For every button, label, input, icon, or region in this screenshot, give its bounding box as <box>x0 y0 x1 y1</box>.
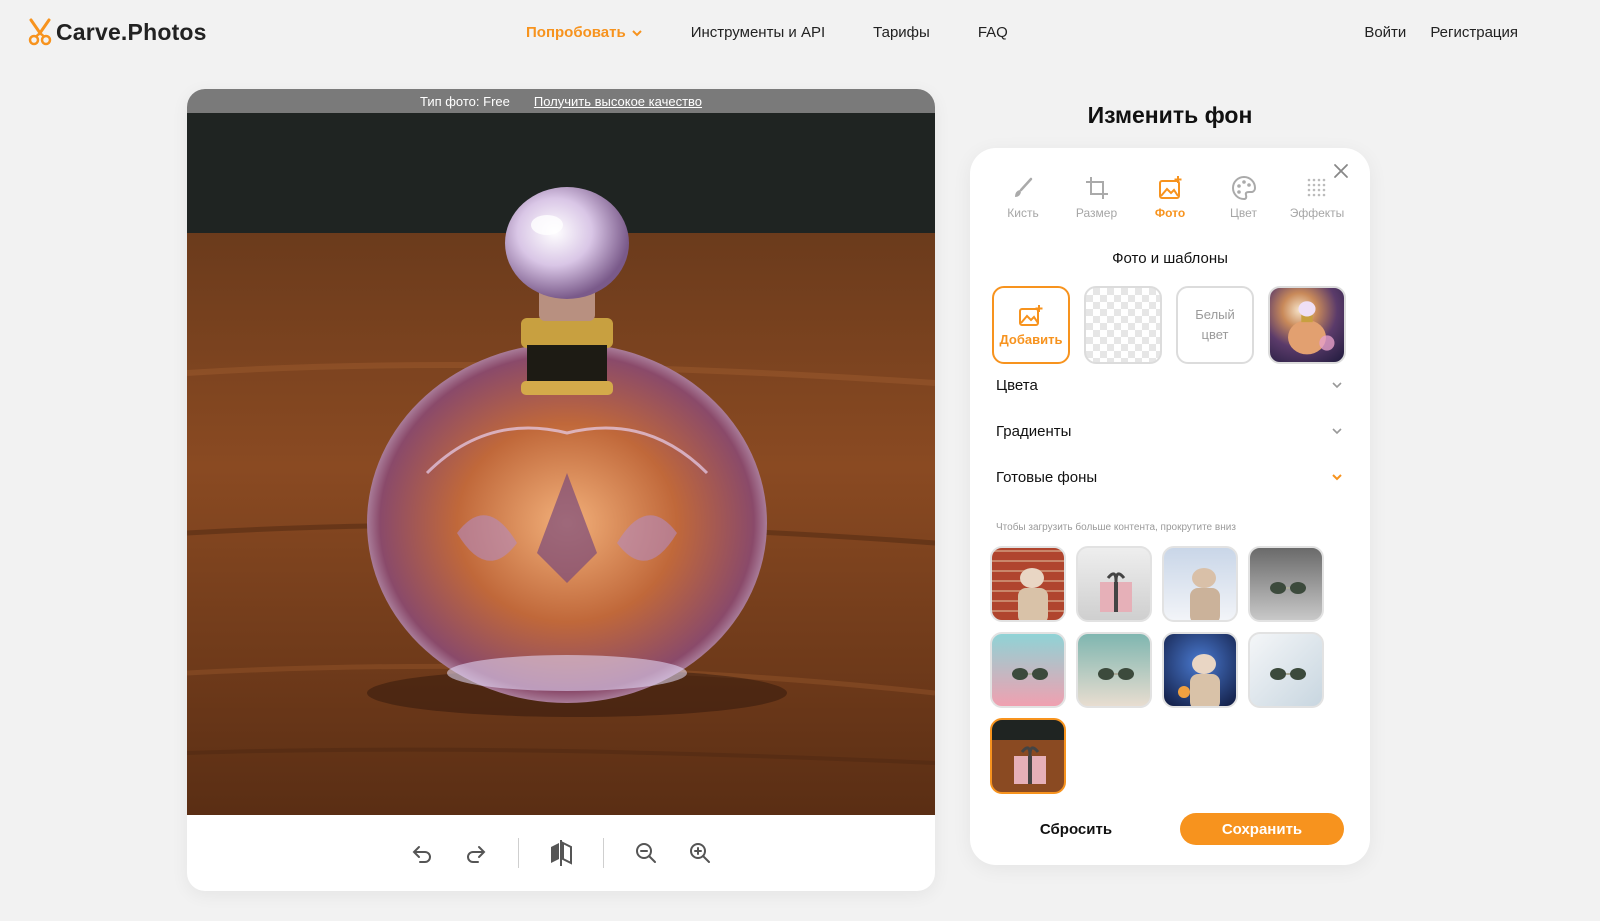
bg-thumbnail[interactable] <box>1162 546 1238 622</box>
auth-links: Войти Регистрация <box>1364 24 1518 41</box>
tab-brush-label: Кисть <box>1007 206 1039 220</box>
gift-box-figure <box>1014 746 1046 784</box>
redo-icon <box>467 846 486 863</box>
gradients-accordion-label: Градиенты <box>996 422 1072 440</box>
tab-photo[interactable]: Фото <box>1135 174 1205 220</box>
logo[interactable]: Carve.Photos <box>28 18 207 46</box>
login-link[interactable]: Войти <box>1364 24 1406 41</box>
undo-button[interactable] <box>404 835 440 871</box>
crop-icon <box>1085 177 1108 199</box>
toolbar-divider <box>603 838 604 868</box>
bg-thumbnail[interactable] <box>1076 546 1152 622</box>
undo-icon <box>412 846 431 863</box>
bg-thumbnail[interactable] <box>1076 632 1152 708</box>
bg-thumbnail-selected[interactable] <box>990 718 1066 794</box>
white-bg-option[interactable]: Белый цвет <box>1176 286 1254 364</box>
original-photo-thumbnail[interactable] <box>1268 286 1346 364</box>
ready-backgrounds-label: Готовые фоны <box>996 468 1098 486</box>
sunglasses-figure <box>1270 582 1306 594</box>
gradients-accordion[interactable]: Градиенты <box>996 408 1344 454</box>
gift-box-figure <box>1100 572 1132 612</box>
toolbar-divider <box>518 838 519 868</box>
bg-thumbnail[interactable] <box>990 546 1066 622</box>
image-canvas[interactable] <box>187 113 935 815</box>
scissors-logo-icon <box>28 18 52 46</box>
perfume-thumb-image <box>1288 301 1335 355</box>
reset-button[interactable]: Сбросить <box>1016 813 1136 845</box>
zoom-in-button[interactable] <box>682 835 718 871</box>
add-photo-button[interactable]: Добавить <box>992 286 1070 364</box>
bg-thumbnail[interactable] <box>990 632 1066 708</box>
tab-color[interactable]: Цвет <box>1209 174 1279 220</box>
save-button[interactable]: Сохранить <box>1180 813 1344 845</box>
scroll-hint: Чтобы загрузить больше контента, прокрут… <box>996 522 1236 533</box>
photo-type-label: Тип фото: Free <box>419 93 510 109</box>
photo-info-bar: Тип фото: Free Получить высокое качество <box>187 89 935 113</box>
tab-photo-label: Фото <box>1154 206 1186 220</box>
chevron-down-icon <box>1332 474 1342 481</box>
transparent-bg-option[interactable] <box>1084 286 1162 364</box>
palette-icon <box>1231 175 1256 201</box>
template-row: Добавить Белый цвет <box>992 286 1346 364</box>
edited-photo <box>187 113 935 815</box>
ready-backgrounds-accordion[interactable]: Готовые фоны <box>996 454 1344 500</box>
bg-thumbnail[interactable] <box>1248 632 1324 708</box>
sunglasses-figure <box>1012 668 1048 680</box>
compare-icon <box>551 840 572 866</box>
register-link[interactable]: Регистрация <box>1430 24 1518 41</box>
tab-effects[interactable]: Эффекты <box>1282 174 1352 220</box>
section-title: Фото и шаблоны <box>1112 250 1228 267</box>
brush-icon <box>1015 177 1033 197</box>
add-photo-label: Добавить <box>999 331 1063 347</box>
header: Carve.Photos Попробовать Инструменты и A… <box>0 0 1600 68</box>
white-bg-label-line2: цвет <box>1201 327 1229 342</box>
compare-button[interactable] <box>543 835 579 871</box>
zoom-in-icon <box>690 843 710 863</box>
nav-tools-api[interactable]: Инструменты и API <box>691 24 825 41</box>
backgrounds-grid <box>990 546 1324 794</box>
bg-thumbnail[interactable] <box>1248 546 1324 622</box>
nav-try[interactable]: Попробовать <box>526 24 643 41</box>
tool-tabs: Кисть Размер Фото Цвет Эффекты <box>988 174 1352 220</box>
editor-toolbar <box>187 815 935 891</box>
tab-effects-label: Эффекты <box>1289 206 1345 220</box>
get-hq-link[interactable]: Получить высокое качество <box>534 94 702 109</box>
tab-size[interactable]: Размер <box>1062 174 1132 220</box>
zoom-out-icon <box>636 843 656 863</box>
tab-size-label: Размер <box>1075 206 1118 220</box>
tab-color-label: Цвет <box>1230 206 1257 220</box>
person-figure <box>1190 568 1220 620</box>
logo-text: Carve.Photos <box>56 18 207 45</box>
sunglasses-figure <box>1270 668 1306 680</box>
zoom-out-button[interactable] <box>628 835 664 871</box>
sunglasses-figure <box>1098 668 1134 680</box>
chevron-down-icon <box>1332 382 1342 389</box>
bg-thumbnail[interactable] <box>1162 632 1238 708</box>
person-figure <box>1018 568 1048 620</box>
add-image-icon <box>1019 304 1043 326</box>
colors-accordion-label: Цвета <box>996 376 1038 394</box>
effects-icon <box>1307 178 1326 197</box>
chevron-down-icon <box>1332 428 1342 435</box>
nav-try-label: Попробовать <box>526 24 626 41</box>
colors-accordion[interactable]: Цвета <box>996 362 1344 408</box>
redo-button[interactable] <box>458 835 494 871</box>
panel-title: Изменить фон <box>1087 102 1253 128</box>
chevron-down-icon <box>631 29 642 36</box>
nav-pricing[interactable]: Тарифы <box>873 24 930 41</box>
photo-icon <box>1159 176 1182 199</box>
white-bg-label-line1: Белый <box>1195 307 1235 322</box>
nav-faq[interactable]: FAQ <box>978 24 1008 41</box>
person-figure <box>1178 654 1220 706</box>
image-editor: Тип фото: Free Получить высокое качество <box>187 89 935 891</box>
change-background-panel: Кисть Размер Фото Цвет Эффекты Фото и ша… <box>970 148 1370 865</box>
tab-brush[interactable]: Кисть <box>988 174 1058 220</box>
main-nav: Попробовать Инструменты и API Тарифы FAQ <box>526 24 1056 41</box>
